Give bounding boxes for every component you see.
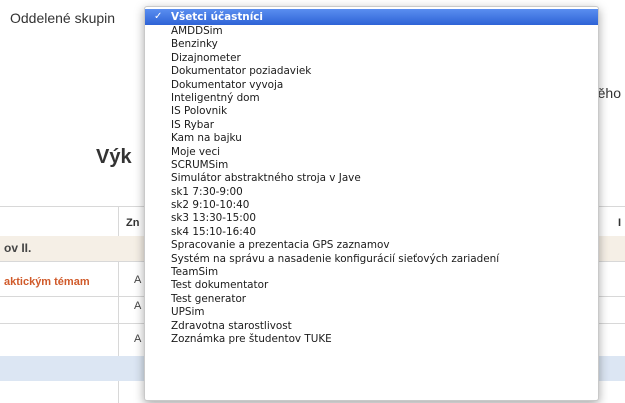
dropdown-option-label: Test dokumentator bbox=[171, 279, 269, 292]
dropdown-option-label: Inteligentný dom bbox=[171, 91, 260, 104]
dropdown-option[interactable]: Dizajnometer bbox=[145, 52, 598, 65]
checkmark-icon: ✓ bbox=[154, 11, 163, 22]
column-header: I bbox=[618, 217, 622, 229]
dropdown-option-label: Zdravotna starostlivost bbox=[171, 319, 292, 332]
dropdown-option[interactable]: Simulátor abstraktného stroja v Jave bbox=[145, 172, 598, 185]
dropdown-option[interactable]: Systém na správu a nasadenie konfiguráci… bbox=[145, 253, 598, 266]
dropdown-option-label: IS Rybar bbox=[171, 118, 214, 131]
dropdown-option-label: Zoznámka pre študentov TUKE bbox=[171, 332, 332, 345]
dropdown-option-label: IS Polovnik bbox=[171, 105, 228, 118]
dropdown-option[interactable]: Zdravotna starostlivost bbox=[145, 320, 598, 333]
dropdown-option-label: TeamSim bbox=[171, 266, 219, 279]
dropdown-option[interactable]: IS Rybar bbox=[145, 119, 598, 132]
dropdown-option[interactable]: AMDDSim bbox=[145, 25, 598, 38]
dropdown-option[interactable]: Spracovanie a prezentacia GPS zaznamov bbox=[145, 239, 598, 252]
dropdown-option[interactable]: sk1 7:30-9:00 bbox=[145, 186, 598, 199]
dropdown-option[interactable]: Test generator bbox=[145, 293, 598, 306]
dropdown-option[interactable]: TeamSim bbox=[145, 266, 598, 279]
dropdown-option-label: UPSim bbox=[171, 306, 205, 319]
dropdown-option[interactable]: Dokumentator poziadaviek bbox=[145, 65, 598, 78]
dropdown-option-label: sk2 9:10-10:40 bbox=[171, 199, 250, 212]
dropdown-option-label: Dokumentator vyvoja bbox=[171, 78, 284, 91]
dropdown-option[interactable]: UPSim bbox=[145, 306, 598, 319]
dropdown-option[interactable]: Inteligentný dom bbox=[145, 92, 598, 105]
dropdown-option-label: Moje veci bbox=[171, 145, 221, 158]
dropdown-option[interactable]: Test dokumentator bbox=[145, 279, 598, 292]
dropdown-option-label: sk1 7:30-9:00 bbox=[171, 185, 243, 198]
group-select-dropdown[interactable]: ✓ Všetci účastníci AMDDSim Benzinky Dizajnom… bbox=[144, 6, 599, 401]
text-fragment: ěho bbox=[597, 85, 621, 101]
dropdown-option-label: sk3 13:30-15:00 bbox=[171, 212, 256, 225]
dropdown-option-label: Simulátor abstraktného stroja v Jave bbox=[171, 172, 361, 185]
dropdown-option[interactable]: IS Polovnik bbox=[145, 105, 598, 118]
group-row-label: ov II. bbox=[4, 241, 32, 255]
dropdown-option[interactable]: Zoznámka pre študentov TUKE bbox=[145, 333, 598, 346]
dropdown-option[interactable]: Moje veci bbox=[145, 146, 598, 159]
dropdown-option-label: Systém na správu a nasadenie konfiguráci… bbox=[171, 252, 500, 265]
page-title: Výk bbox=[96, 146, 132, 168]
table-cell: A bbox=[134, 300, 142, 312]
column-header: Zn bbox=[126, 217, 140, 229]
dropdown-option[interactable]: Kam na bajku bbox=[145, 132, 598, 145]
dropdown-option[interactable]: SCRUMSim bbox=[145, 159, 598, 172]
dropdown-option-label: Spracovanie a prezentacia GPS zaznamov bbox=[171, 239, 390, 252]
dropdown-option-label: Test generator bbox=[171, 292, 247, 305]
topic-link[interactable]: aktickým témam bbox=[4, 276, 90, 288]
dropdown-option[interactable]: sk2 9:10-10:40 bbox=[145, 199, 598, 212]
dropdown-option-label: Všetci účastníci bbox=[171, 11, 263, 23]
dropdown-option-label: Kam na bajku bbox=[171, 132, 242, 145]
dropdown-option-label: SCRUMSim bbox=[171, 158, 229, 171]
dropdown-option[interactable]: Dokumentator vyvoja bbox=[145, 79, 598, 92]
dropdown-option-label: Dokumentator poziadaviek bbox=[171, 65, 312, 78]
group-filter-label: Oddelené skupin bbox=[10, 10, 116, 26]
dropdown-option[interactable]: Benzinky bbox=[145, 38, 598, 51]
dropdown-option-label: Dizajnometer bbox=[171, 51, 241, 64]
dropdown-option[interactable]: ✓ Všetci účastníci bbox=[145, 9, 598, 25]
table-cell: A bbox=[134, 274, 142, 286]
dropdown-option-label: Benzinky bbox=[171, 38, 218, 51]
dropdown-option-label: AMDDSim bbox=[171, 25, 223, 37]
dropdown-option[interactable]: sk3 13:30-15:00 bbox=[145, 212, 598, 225]
dropdown-option-label: sk4 15:10-16:40 bbox=[171, 225, 256, 238]
dropdown-option[interactable]: sk4 15:10-16:40 bbox=[145, 226, 598, 239]
table-cell: A bbox=[134, 333, 142, 345]
